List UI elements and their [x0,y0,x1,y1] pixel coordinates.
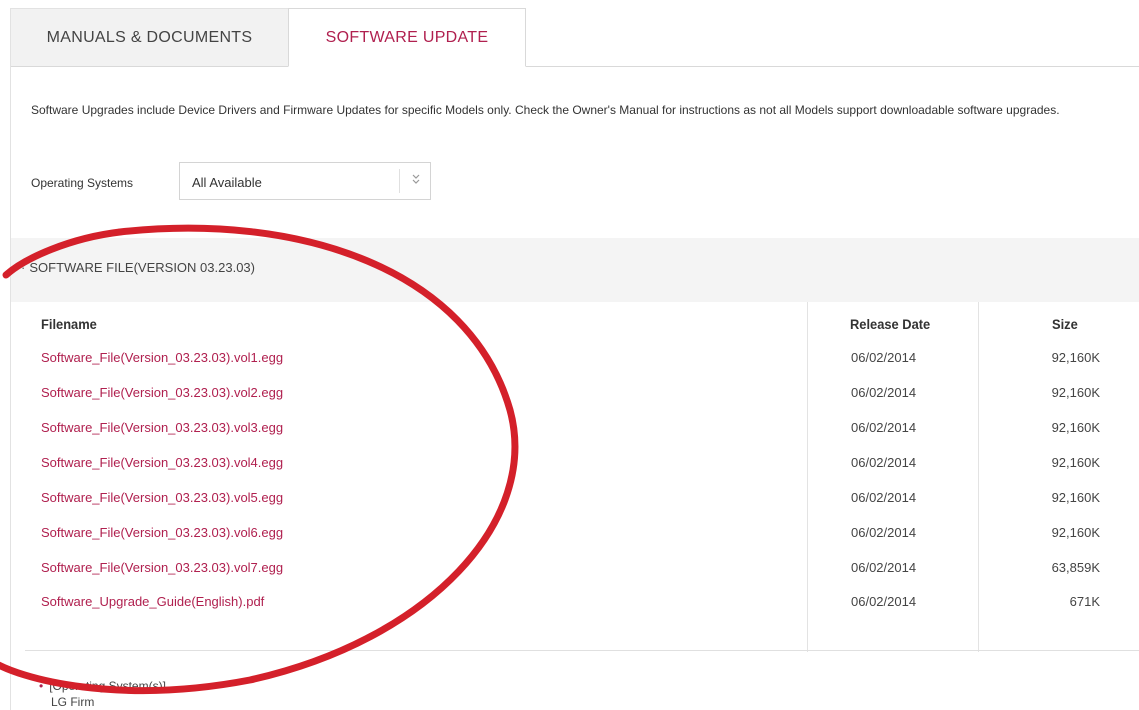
intro-text: Software Upgrades include Device Drivers… [31,103,1060,117]
file-size: 92,160K [1051,385,1100,400]
bullet-icon: • [39,679,44,693]
table-row: Software_File(Version_03.23.03).vol2.egg… [25,377,1139,413]
header-release-date: Release Date [850,316,931,332]
table-row: Software_File(Version_03.23.03).vol4.egg… [25,447,1139,483]
file-download-link[interactable]: Software_Upgrade_Guide(English).pdf [41,594,264,609]
software-file-section-header: SOFTWARE FILE(VERSION 03.23.03) [11,238,1139,302]
file-size: 671K [1069,594,1100,609]
file-download-link[interactable]: Software_File(Version_03.23.03).vol4.egg [41,455,283,470]
header-size: Size [1052,316,1078,332]
list-item: • [Operating System(s)] [39,678,166,694]
release-date: 06/02/2014 [851,525,917,540]
release-date: 06/02/2014 [851,455,917,470]
software-file-table: Filename Release Date Size Software_File… [25,302,1139,652]
table-row: Software_File(Version_03.23.03).vol1.egg… [25,342,1139,378]
select-divider [399,169,400,193]
table-row: Software_Upgrade_Guide(English).pdf 06/0… [25,586,1139,622]
table-row: Software_File(Version_03.23.03).vol7.egg… [25,552,1139,588]
file-size: 92,160K [1051,455,1100,470]
file-size: 92,160K [1051,490,1100,505]
release-date: 06/02/2014 [851,594,917,609]
tab-manuals-documents[interactable]: MANUALS & DOCUMENTS [10,8,288,66]
table-row: Software_File(Version_03.23.03).vol6.egg… [25,517,1139,553]
software-update-panel: Software Upgrades include Device Drivers… [10,66,1139,710]
file-download-link[interactable]: Software_File(Version_03.23.03).vol5.egg [41,490,283,505]
table-row: Software_File(Version_03.23.03).vol3.egg… [25,412,1139,448]
bottom-notes: • [Operating System(s)] LG Firm [39,678,166,710]
file-download-link[interactable]: Software_File(Version_03.23.03).vol3.egg [41,420,283,435]
release-date: 06/02/2014 [851,420,917,435]
file-size: 92,160K [1051,420,1100,435]
release-date: 06/02/2014 [851,385,917,400]
file-download-link[interactable]: Software_File(Version_03.23.03).vol1.egg [41,350,283,365]
note-text: [Operating System(s)] [49,679,166,693]
release-date: 06/02/2014 [851,490,917,505]
section-title: SOFTWARE FILE(VERSION 03.23.03) [21,260,255,275]
release-date: 06/02/2014 [851,350,917,365]
os-filter-value: All Available [192,175,262,190]
note-text: LG Firm [51,695,95,709]
section-divider [25,650,1139,651]
file-download-link[interactable]: Software_File(Version_03.23.03).vol6.egg [41,525,283,540]
file-download-link[interactable]: Software_File(Version_03.23.03).vol7.egg [41,560,283,575]
tab-bar: MANUALS & DOCUMENTS SOFTWARE UPDATE [10,8,1139,67]
list-item: LG Firm [51,694,166,710]
os-filter-label: Operating Systems [31,176,134,190]
file-download-link[interactable]: Software_File(Version_03.23.03).vol2.egg [41,385,283,400]
file-size: 92,160K [1051,350,1100,365]
file-size: 63,859K [1051,560,1100,575]
release-date: 06/02/2014 [851,560,917,575]
table-row: Software_File(Version_03.23.03).vol5.egg… [25,482,1139,518]
file-size: 92,160K [1051,525,1100,540]
tab-software-update[interactable]: SOFTWARE UPDATE [288,8,526,67]
double-chevron-down-icon[interactable] [411,172,421,189]
header-filename: Filename [41,316,97,332]
os-filter-select[interactable]: All Available [179,162,431,200]
